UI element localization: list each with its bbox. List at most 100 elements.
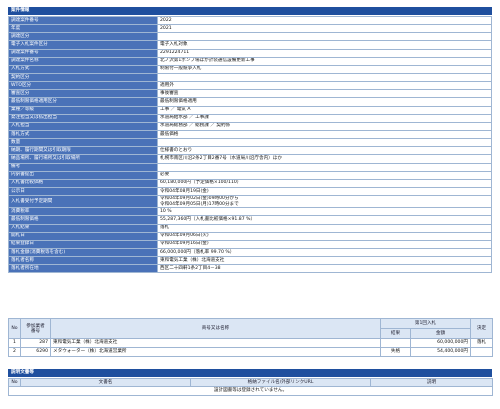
bid-decision	[470, 347, 493, 357]
detail-value: 2021	[157, 24, 492, 34]
bid-row: 1 287 東和電気工業（株）北海道支社 60,000,000円 落札	[8, 338, 493, 348]
detail-value: 落札	[157, 223, 492, 233]
detail-row: 最低制限価格 55,287,360円（入札書比較価格×91.87 %）	[8, 215, 492, 225]
detail-value	[157, 138, 492, 148]
case-info-header: 案件情報	[8, 7, 492, 15]
page: 案件情報 調達案件番号 2022 年度 2021 調達区分 電子入札案件区分 電子入札対象調…	[0, 0, 500, 409]
detail-row: 落札金額(消費税等を含む) 66,000,000円（落札率 99.70 %）	[8, 247, 492, 258]
detail-label: 入札方式	[8, 64, 158, 74]
detail-value: 令和04年09月06日(火)	[157, 231, 492, 241]
detail-value: 66,000,000円（落札率 99.70 %）	[157, 247, 492, 258]
detail-label: 最低制限価格	[8, 215, 158, 225]
detail-row: 結果登録日 令和04年09月16日(金)	[8, 239, 492, 249]
detail-row: 審査区分 事後審査	[8, 89, 492, 99]
detail-value: 西区二十四軒1条2丁目4－38	[157, 264, 492, 274]
case-detail-table: 調達案件番号 2022 年度 2021 調達区分 電子入札案件区分 電子入札対象 調達案件番号…	[8, 15, 492, 274]
detail-value: 事後審査	[157, 89, 492, 99]
bid-company-name: 東和電気工業（株）北海道支社	[50, 338, 381, 348]
detail-label: 納品場所、履行場所又は引取場所	[8, 154, 158, 164]
detail-row: 入札書受付予定期間 令和04年09月02日(金)09時00分から 令和04年09月…	[8, 195, 492, 209]
detail-row: 備考	[8, 162, 492, 172]
detail-row: 落札方式 最低価格	[8, 129, 492, 140]
detail-label: 最低制限価格適用区分	[8, 97, 158, 107]
docs-col-doc: 文書名	[20, 378, 191, 387]
detail-row: 最低制限価格適用区分 最低制限価格適用	[8, 97, 492, 107]
detail-row: 調達案件名称 北ノ沢第1ポンプ場ほか計装通信設備更新工事	[8, 56, 492, 66]
detail-label: 納期、履行期間又は引取期限	[8, 146, 158, 156]
detail-value	[157, 72, 492, 83]
docs-header: 説明文書等	[8, 369, 492, 377]
detail-row: 業種／等級 工事 ／ 電気 A	[8, 105, 492, 115]
detail-label: 発注担当又は払出担当	[8, 113, 158, 123]
bid-amount: 54,400,000円	[410, 347, 471, 357]
docs-col-no: No	[8, 378, 21, 387]
col-decision-header: 決定	[470, 318, 493, 339]
case-info-title: 案件情報	[11, 8, 30, 13]
detail-label: 調達案件番号	[8, 15, 158, 26]
detail-label: 結果登録日	[8, 239, 158, 249]
detail-label: WTO区分	[8, 81, 158, 91]
detail-row: 入札結果 落札	[8, 223, 492, 233]
detail-row: 契約区分	[8, 72, 492, 83]
detail-row: 調達区分	[8, 32, 492, 42]
detail-label: 調達案件名称	[8, 56, 158, 66]
detail-row: 入札方式 制限付一般競争入札	[8, 64, 492, 74]
bid-row: 2 6290 メタウォーター（株）北海道営業所 失格 54,400,000円	[8, 347, 493, 357]
detail-value: 東和電気工業（株）北海道支社	[157, 256, 492, 266]
detail-value: 水道局総務部 ／ 総務課 ／ 契約係	[157, 121, 492, 131]
detail-value: 令和04年09月16日(金)	[157, 239, 492, 249]
docs-col-desc: 説明	[370, 378, 493, 387]
detail-value: 55,287,360円（入札書比較価格×91.87 %）	[157, 215, 492, 225]
detail-value: 最低価格	[157, 129, 492, 140]
detail-value: 必要	[157, 170, 492, 180]
detail-label: 消費税率	[8, 207, 158, 217]
detail-label: 備考	[8, 162, 158, 172]
col-name-header: 商号又は名称	[50, 318, 381, 339]
detail-row: 調達案件番号 2022	[8, 15, 492, 26]
col-participant-no-header: 参加業者 番号	[20, 318, 51, 339]
detail-label: 数量	[8, 138, 158, 148]
detail-label: 公示日	[8, 186, 158, 197]
col-round1-header: 第1回入札	[380, 318, 471, 329]
detail-row: 調達案件番号 2291224711	[8, 48, 492, 58]
bid-decision: 落札	[470, 338, 493, 348]
detail-label: 入札担当	[8, 121, 158, 131]
bid-result: 失格	[380, 347, 411, 357]
detail-value	[157, 162, 492, 172]
detail-value: 工事 ／ 電気 A	[157, 105, 492, 115]
detail-label: 審査区分	[8, 89, 158, 99]
detail-label: 調達案件番号	[8, 48, 158, 58]
detail-label: 契約区分	[8, 72, 158, 83]
detail-value: 最低制限価格適用	[157, 97, 492, 107]
detail-label: 落札者名称	[8, 256, 158, 266]
bid-result	[380, 338, 411, 348]
col-result-header: 結果	[380, 328, 411, 339]
detail-row: WTO区分 適用外	[8, 81, 492, 91]
detail-label: 落札方式	[8, 129, 158, 140]
detail-value: 令和04年09月02日(金)09時00分から 令和04年09月05日(月)17時…	[157, 195, 492, 209]
col-no-header: No	[8, 318, 21, 339]
detail-label: 入札書比較価格	[8, 178, 158, 188]
detail-label: 内訳書提出	[8, 170, 158, 180]
detail-label: 調達区分	[8, 32, 158, 42]
detail-value: 10 %	[157, 207, 492, 217]
detail-label: 業種／等級	[8, 105, 158, 115]
detail-label: 落札金額(消費税等を含む)	[8, 247, 158, 258]
detail-value: 60,180,000円（予定価格×100/110）	[157, 178, 492, 188]
bid-participant-no: 6290	[20, 347, 51, 357]
col-amount-header: 金額	[410, 328, 471, 339]
bid-results-table: No 参加業者 番号 商号又は名称 第1回入札 決定 結果 金額 1 287 東和電…	[8, 318, 493, 357]
detail-row: 公示日 令和04年08月19日(金)	[8, 186, 492, 197]
detail-row: 納期、履行期間又は引取期限 仕様書のとおり	[8, 146, 492, 156]
bid-company-name: メタウォーター（株）北海道営業所	[50, 347, 381, 357]
detail-row: 発注担当又は払出担当 水道局給水部 ／ 工事課	[8, 113, 492, 123]
bid-participant-no: 287	[20, 338, 51, 348]
detail-label: 年度	[8, 24, 158, 34]
detail-row: 落札者名称 東和電気工業（株）北海道支社	[8, 256, 492, 266]
docs-empty-message: 設計図書等は登録されていません。	[8, 386, 493, 396]
detail-value: 北ノ沢第1ポンプ場ほか計装通信設備更新工事	[157, 56, 492, 66]
detail-value: 仕様書のとおり	[157, 146, 492, 156]
detail-value: 札幌市南区川沿2条2丁目2番7号（水道局川沿庁舎内）ほか	[157, 154, 492, 164]
detail-row: 入札書比較価格 60,180,000円（予定価格×100/110）	[8, 178, 492, 188]
detail-row: 年度 2021	[8, 24, 492, 34]
